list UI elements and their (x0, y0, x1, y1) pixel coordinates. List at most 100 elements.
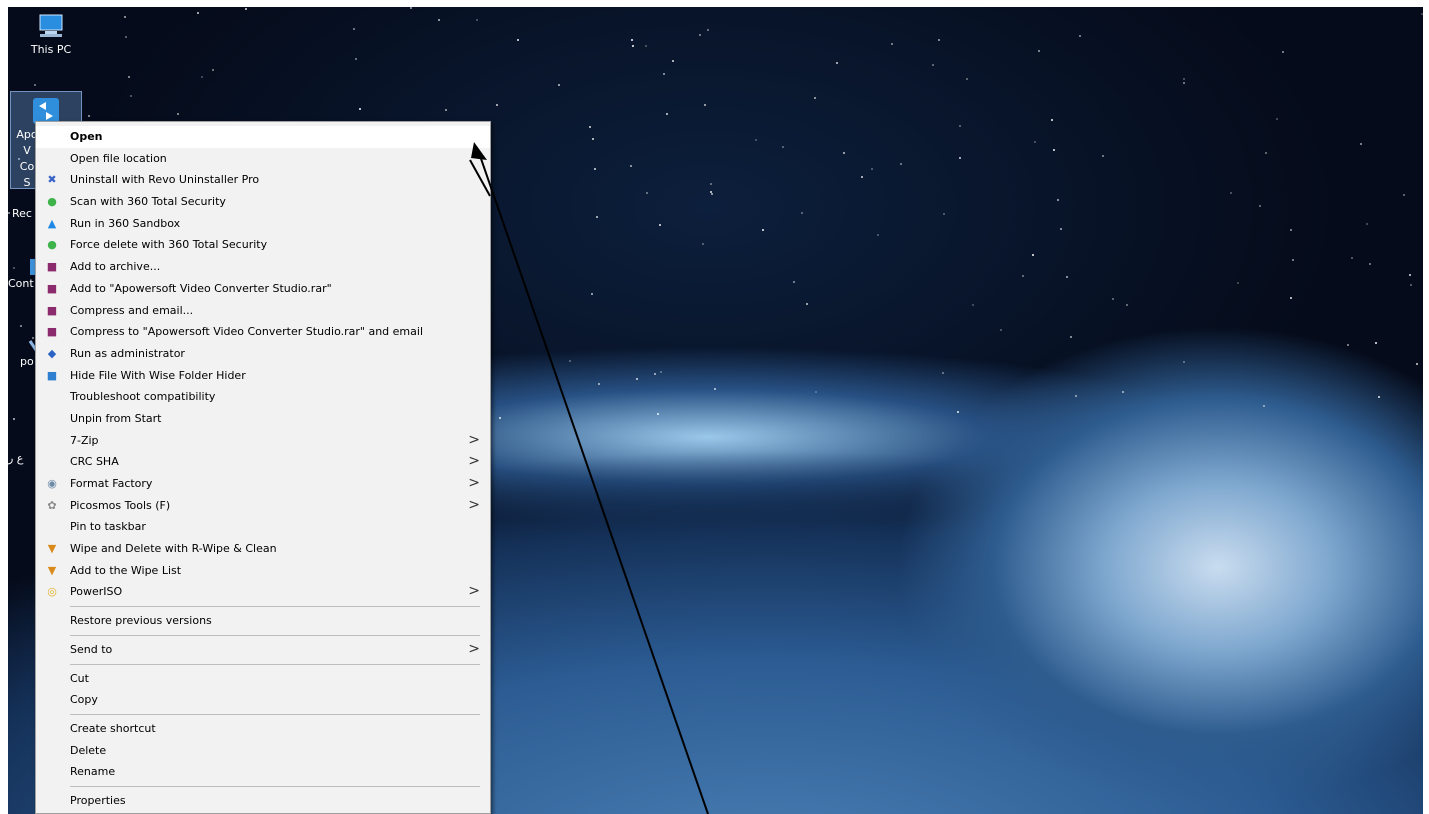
menu-item-add-to-archive[interactable]: ■ Add to archive... (36, 256, 490, 278)
star (958, 124, 961, 127)
menu-item-crc-sha[interactable]: CRC SHA > (36, 451, 490, 473)
menu-separator (70, 606, 480, 608)
menu-item-compress-and-email[interactable]: ■ Compress and email... (36, 300, 490, 322)
star (1415, 363, 1418, 366)
star (352, 28, 355, 31)
desktop-icon-this-pc[interactable]: This PC (14, 13, 88, 65)
menu-item-label: Cut (70, 671, 89, 685)
menu-item-label: Compress to "Apowersoft Video Converter … (70, 325, 423, 339)
star (1262, 405, 1265, 408)
star (711, 193, 714, 196)
star (704, 103, 707, 106)
menu-item-delete[interactable]: Delete (36, 740, 490, 762)
360-security-icon: ● (47, 238, 57, 252)
menu-item-label: Copy (70, 693, 98, 707)
star (871, 168, 874, 171)
menu-item-7-zip[interactable]: 7-Zip > (36, 430, 490, 452)
menu-item-label: Pin to taskbar (70, 520, 146, 534)
menu-item-add-to-the-wipe-list[interactable]: ▼ Add to the Wipe List (36, 560, 490, 582)
menu-item-label: Unpin from Start (70, 411, 162, 425)
star (129, 95, 132, 98)
menu-item-label: Rename (70, 765, 116, 779)
menu-item-compress-to-apowersoft-video-converter-studio-rar-and-email[interactable]: ■ Compress to "Apowersoft Video Converter… (36, 321, 490, 343)
menu-item-open-file-location[interactable]: Open file location (36, 148, 490, 170)
star (125, 35, 128, 38)
star (1292, 258, 1295, 261)
star (656, 413, 659, 416)
star (710, 183, 713, 186)
star (88, 114, 91, 117)
star (1281, 51, 1284, 54)
star (1053, 148, 1056, 151)
menu-item-send-to[interactable]: Send to > (36, 639, 490, 661)
star (890, 43, 893, 46)
star (1070, 335, 1073, 338)
menu-item-properties[interactable]: Properties (36, 790, 490, 812)
star (965, 77, 968, 80)
star (1230, 192, 1233, 195)
menu-item-open[interactable]: Open (36, 126, 490, 148)
star (761, 228, 764, 231)
winrar-icon: ■ (46, 260, 58, 274)
menu-item-hide-file-with-wise-folder-hider[interactable]: ■ Hide File With Wise Folder Hider (36, 365, 490, 387)
star (1051, 119, 1054, 122)
menu-item-label: Format Factory (70, 477, 153, 490)
star (598, 382, 601, 385)
r-wipe-icon: ▼ (47, 542, 57, 556)
menu-item-rename[interactable]: Rename (36, 761, 490, 783)
star (942, 372, 945, 375)
menu-separator (70, 785, 480, 787)
star (1126, 304, 1129, 307)
menu-item-cut[interactable]: Cut (36, 668, 490, 690)
menu-item-unpin-from-start[interactable]: Unpin from Start (36, 408, 490, 430)
star (1183, 77, 1186, 80)
star (793, 280, 796, 283)
star (707, 28, 710, 31)
star (836, 62, 839, 65)
star (244, 8, 247, 11)
desktop-icon-folder[interactable]: ع ر (8, 452, 23, 465)
menu-item-run-in-360-sandbox[interactable]: ▲ Run in 360 Sandbox (36, 213, 490, 235)
wise-folder-hider-icon: ■ (46, 368, 58, 382)
star (1289, 297, 1292, 300)
star (814, 390, 817, 393)
star (659, 223, 662, 226)
menu-item-uninstall-with-revo-uninstaller-pro[interactable]: ✖ Uninstall with Revo Uninstaller Pro (36, 169, 490, 191)
menu-item-copy[interactable]: Copy (36, 689, 490, 711)
star (698, 33, 701, 36)
star (8, 211, 11, 214)
chevron-right-icon: > (468, 496, 480, 513)
menu-item-label: CRC SHA (70, 455, 119, 469)
star (33, 83, 36, 86)
star (943, 213, 946, 216)
menu-item-create-shortcut[interactable]: Create shortcut (36, 718, 490, 740)
picosmos-icon: ✿ (47, 498, 57, 512)
star (1237, 281, 1240, 284)
star (665, 112, 668, 115)
menu-item-pin-to-taskbar[interactable]: Pin to taskbar (36, 516, 490, 538)
menu-item-run-as-administrator[interactable]: ◆ Run as administrator (36, 343, 490, 365)
star (1378, 396, 1381, 399)
menu-item-troubleshoot-compatibility[interactable]: Troubleshoot compatibility (36, 386, 490, 408)
menu-item-scan-with-360-total-security[interactable]: ● Scan with 360 Total Security (36, 191, 490, 213)
menu-item-wipe-and-delete-with-r-wipe-clean[interactable]: ▼ Wipe and Delete with R-Wipe & Clean (36, 538, 490, 560)
star (1368, 262, 1371, 265)
menu-item-force-delete-with-360-total-security[interactable]: ● Force delete with 360 Total Security (36, 234, 490, 256)
star (1183, 361, 1186, 364)
chevron-right-icon: > (468, 475, 480, 491)
menu-item-label: Add to archive... (70, 260, 161, 274)
star (972, 304, 975, 307)
menu-separator (70, 634, 480, 636)
menu-item-restore-previous-versions[interactable]: Restore previous versions (36, 610, 490, 632)
menu-item-add-to-apowersoft-video-converter-studio-rar[interactable]: ■ Add to "Apowersoft Video Converter Stud… (36, 278, 490, 300)
star (938, 39, 941, 42)
desktop-icon-recycle-bin[interactable]: Rec (12, 207, 32, 220)
menu-item-format-factory[interactable]: ◉ Format Factory > (36, 473, 490, 495)
star (1259, 204, 1262, 207)
menu-item-poweriso[interactable]: ◎ PowerISO > (36, 581, 490, 603)
menu-item-picosmos-tools-f[interactable]: ✿ Picosmos Tools (F) > (36, 495, 490, 517)
star (1057, 198, 1060, 201)
star (1111, 298, 1114, 301)
star (475, 18, 478, 21)
menu-item-label: PowerISO (70, 585, 123, 599)
